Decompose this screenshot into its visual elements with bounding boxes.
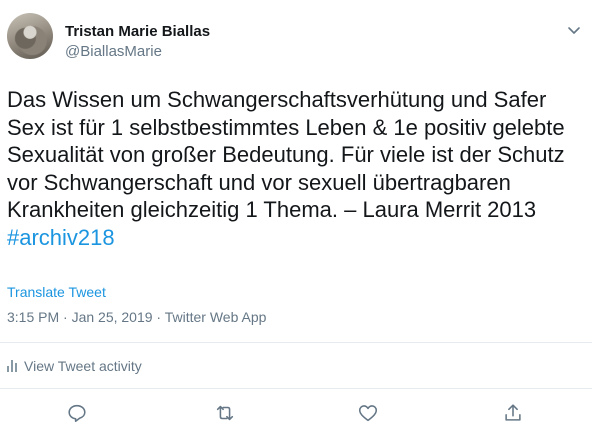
share-icon[interactable]	[502, 402, 524, 424]
translate-tweet-link[interactable]: Translate Tweet	[7, 284, 106, 300]
author-handle[interactable]: @BiallasMarie	[65, 43, 162, 60]
divider	[0, 388, 592, 389]
view-tweet-activity-link[interactable]: View Tweet activity	[7, 358, 142, 374]
retweet-icon[interactable]	[214, 402, 236, 424]
author-name[interactable]: Tristan Marie Biallas	[65, 23, 210, 40]
chevron-down-icon[interactable]	[566, 22, 582, 38]
avatar[interactable]	[7, 13, 53, 59]
tweet-text: Das Wissen um Schwangerschaftsverhütung …	[7, 86, 587, 252]
hashtag-link[interactable]: #archiv218	[7, 225, 115, 250]
tweet-body: Das Wissen um Schwangerschaftsverhütung …	[7, 87, 565, 223]
heart-icon[interactable]	[357, 402, 379, 424]
tweet-timestamp[interactable]: 3:15 PM · Jan 25, 2019 · Twitter Web App	[7, 309, 266, 325]
divider	[0, 342, 592, 343]
activity-label: View Tweet activity	[24, 358, 142, 374]
tweet-card: Tristan Marie Biallas @BiallasMarie Das …	[0, 0, 592, 439]
bar-chart-icon	[7, 360, 17, 372]
reply-icon[interactable]	[66, 402, 88, 424]
